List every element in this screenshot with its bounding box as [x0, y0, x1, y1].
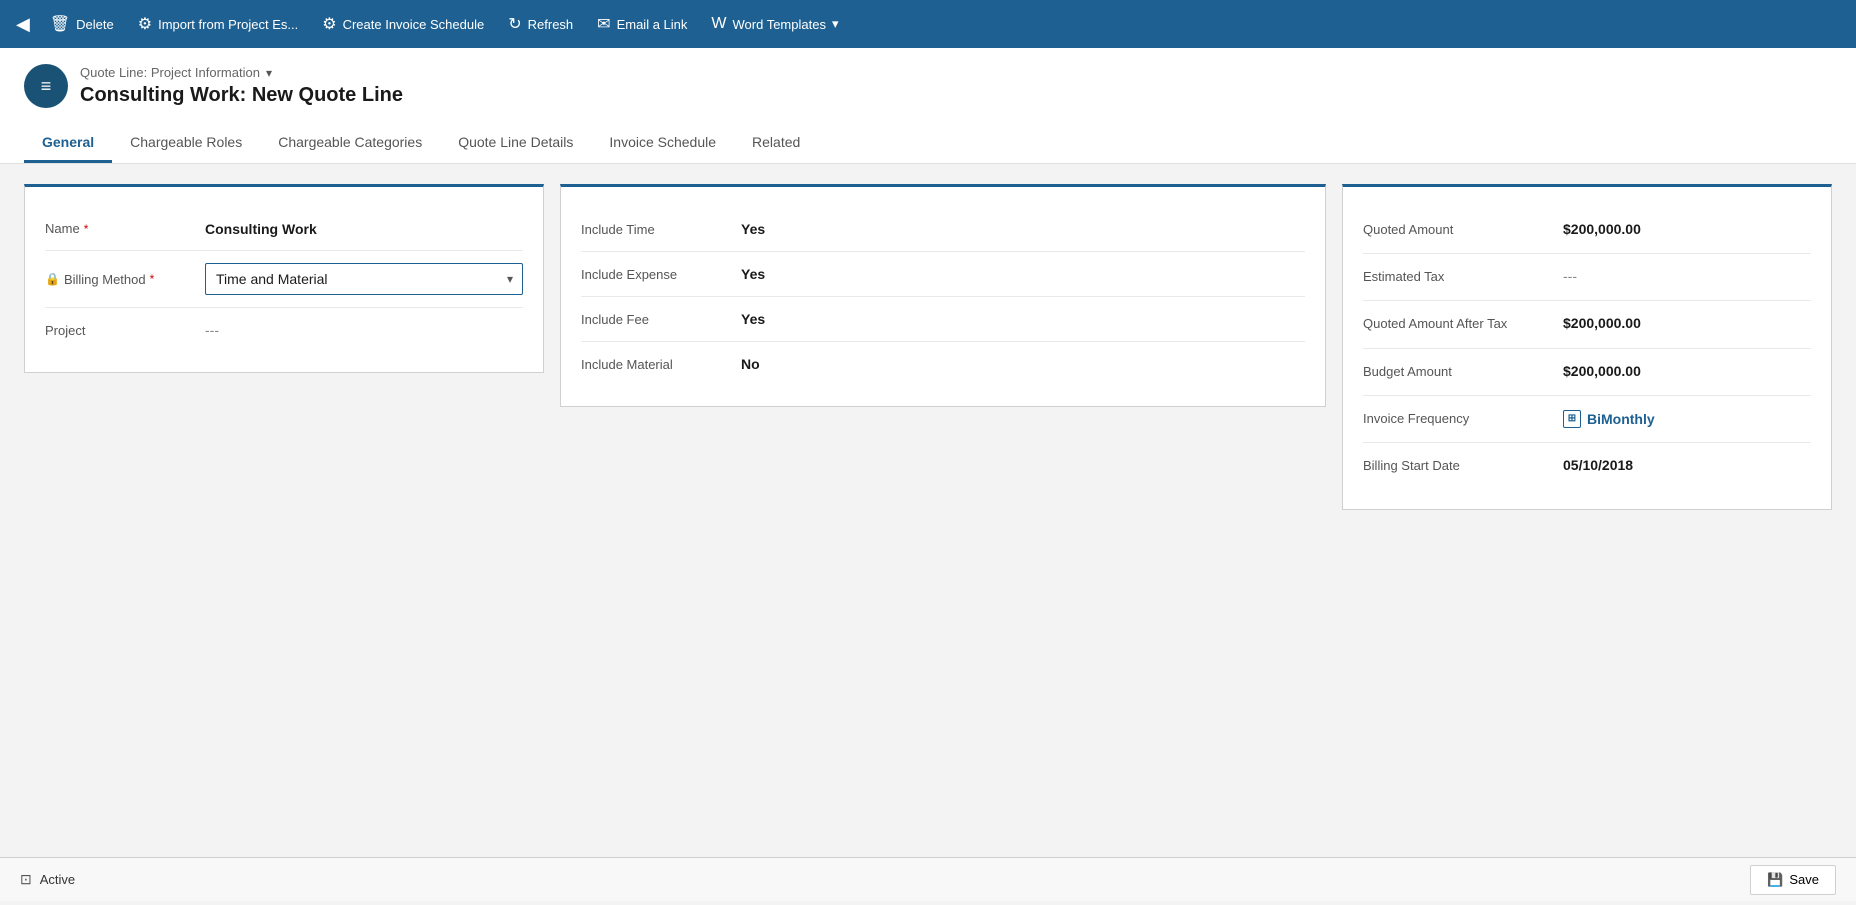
back-button[interactable]: ◀: [10, 8, 36, 41]
project-value: ---: [205, 322, 523, 338]
status-icon: ⊡: [20, 871, 32, 888]
frequency-icon: ⊞: [1563, 410, 1581, 428]
tab-quote-line-details[interactable]: Quote Line Details: [440, 124, 591, 163]
lock-icon: 🔒: [45, 272, 60, 286]
entity-icon: ≡: [24, 64, 68, 108]
delete-button[interactable]: 🗑 Delete: [40, 8, 124, 40]
entity-info: Quote Line: Project Information ▾ Consul…: [80, 65, 403, 107]
invoice-frequency-row: Invoice Frequency ⊞ BiMonthly: [1363, 396, 1811, 443]
header-area: ≡ Quote Line: Project Information ▾ Cons…: [0, 48, 1856, 164]
include-expense-value: Yes: [741, 266, 765, 282]
quoted-amount-label: Quoted Amount: [1363, 221, 1563, 239]
right-card: Quoted Amount $200,000.00 Estimated Tax …: [1342, 184, 1832, 510]
toolbar: ◀ 🗑 Delete ⚙ Import from Project Es... ⚙…: [0, 0, 1856, 48]
estimated-tax-value: ---: [1563, 268, 1577, 284]
billing-method-select[interactable]: Time and Material Fixed Price: [205, 263, 523, 295]
footer-status: ⊡ Active: [20, 871, 75, 888]
invoice-frequency-value[interactable]: ⊞ BiMonthly: [1563, 410, 1655, 428]
include-fee-label: Include Fee: [581, 312, 741, 327]
tabs: General Chargeable Roles Chargeable Cate…: [24, 124, 1832, 163]
breadcrumb: Quote Line: Project Information ▾: [80, 65, 403, 80]
quoted-amount-after-tax-row: Quoted Amount After Tax $200,000.00: [1363, 301, 1811, 348]
budget-amount-label: Budget Amount: [1363, 363, 1563, 381]
cards-row: Name * Consulting Work 🔒 Billing Method …: [24, 184, 1832, 510]
billing-start-date-value: 05/10/2018: [1563, 457, 1633, 473]
email-link-button[interactable]: ✉ Email a Link: [587, 8, 697, 40]
budget-amount-value: $200,000.00: [1563, 363, 1641, 379]
include-material-label: Include Material: [581, 357, 741, 372]
tab-related[interactable]: Related: [734, 124, 818, 163]
main-content: Name * Consulting Work 🔒 Billing Method …: [0, 164, 1856, 905]
tab-chargeable-roles[interactable]: Chargeable Roles: [112, 124, 260, 163]
status-label: Active: [40, 872, 75, 887]
project-field-row: Project ---: [45, 308, 523, 352]
create-invoice-icon: ⚙: [322, 14, 336, 34]
quoted-amount-row: Quoted Amount $200,000.00: [1363, 207, 1811, 254]
create-invoice-button[interactable]: ⚙ Create Invoice Schedule: [312, 8, 494, 40]
footer: ⊡ Active 💾 Save: [0, 857, 1856, 901]
quoted-amount-value: $200,000.00: [1563, 221, 1641, 237]
include-time-value: Yes: [741, 221, 765, 237]
billing-method-label: 🔒 Billing Method *: [45, 272, 205, 287]
tab-chargeable-categories[interactable]: Chargeable Categories: [260, 124, 440, 163]
name-value: Consulting Work: [205, 221, 523, 237]
middle-card: Include Time Yes Include Expense Yes Inc…: [560, 184, 1326, 407]
chevron-down-icon: ▾: [832, 16, 839, 32]
tab-invoice-schedule[interactable]: Invoice Schedule: [591, 124, 734, 163]
include-fee-row: Include Fee Yes: [581, 297, 1305, 342]
left-card: Name * Consulting Work 🔒 Billing Method …: [24, 184, 544, 373]
import-icon: ⚙: [138, 14, 152, 34]
email-icon: ✉: [597, 14, 610, 34]
include-expense-label: Include Expense: [581, 267, 741, 282]
estimated-tax-label: Estimated Tax: [1363, 268, 1563, 286]
page-title: Consulting Work: New Quote Line: [80, 84, 403, 107]
include-time-row: Include Time Yes: [581, 207, 1305, 252]
refresh-icon: ↻: [508, 14, 521, 34]
include-time-label: Include Time: [581, 222, 741, 237]
name-field-row: Name * Consulting Work: [45, 207, 523, 251]
billing-start-date-row: Billing Start Date 05/10/2018: [1363, 443, 1811, 489]
save-icon: 💾: [1767, 872, 1783, 888]
quoted-amount-after-tax-label: Quoted Amount After Tax: [1363, 315, 1563, 333]
estimated-tax-row: Estimated Tax ---: [1363, 254, 1811, 301]
entity-header: ≡ Quote Line: Project Information ▾ Cons…: [24, 64, 1832, 108]
budget-amount-row: Budget Amount $200,000.00: [1363, 349, 1811, 396]
billing-start-date-label: Billing Start Date: [1363, 457, 1563, 475]
invoice-frequency-label: Invoice Frequency: [1363, 410, 1563, 428]
refresh-button[interactable]: ↻ Refresh: [498, 8, 583, 40]
include-expense-row: Include Expense Yes: [581, 252, 1305, 297]
name-required-indicator: *: [84, 222, 89, 236]
word-icon: W: [711, 15, 726, 33]
word-templates-button[interactable]: W Word Templates ▾: [701, 9, 848, 39]
breadcrumb-chevron-icon[interactable]: ▾: [266, 66, 272, 80]
save-button[interactable]: 💾 Save: [1750, 865, 1836, 895]
include-fee-value: Yes: [741, 311, 765, 327]
delete-icon: 🗑: [50, 14, 70, 34]
tab-general[interactable]: General: [24, 124, 112, 163]
name-label: Name *: [45, 221, 205, 236]
billing-method-required-indicator: *: [150, 272, 155, 286]
billing-method-select-wrapper: Time and Material Fixed Price ▾: [205, 263, 523, 295]
import-button[interactable]: ⚙ Import from Project Es...: [128, 8, 309, 40]
project-label: Project: [45, 323, 205, 338]
include-material-value: No: [741, 356, 760, 372]
include-material-row: Include Material No: [581, 342, 1305, 386]
billing-method-field-row: 🔒 Billing Method * Time and Material Fix…: [45, 251, 523, 308]
quoted-amount-after-tax-value: $200,000.00: [1563, 315, 1641, 331]
